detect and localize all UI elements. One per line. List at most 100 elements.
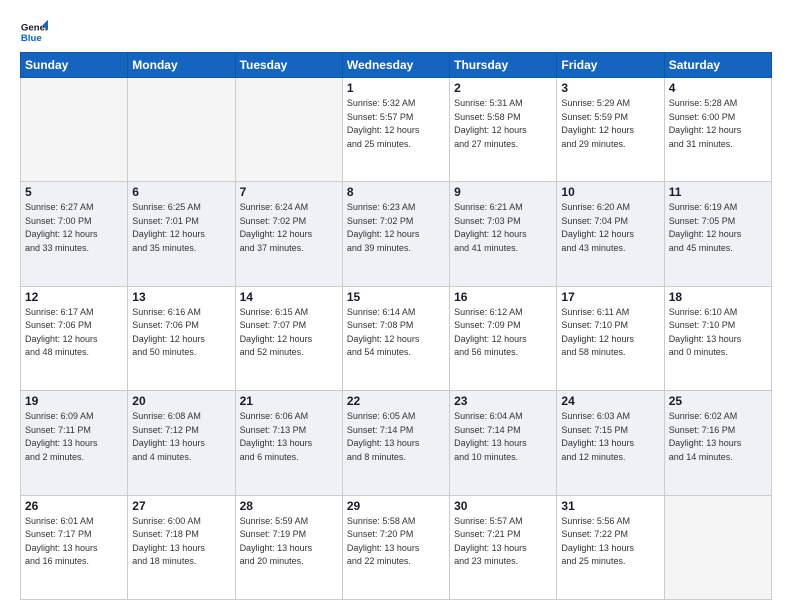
- day-number: 19: [25, 394, 123, 408]
- calendar-table: SundayMondayTuesdayWednesdayThursdayFrid…: [20, 52, 772, 600]
- weekday-header-monday: Monday: [128, 53, 235, 78]
- empty-cell: [128, 78, 235, 182]
- day-number: 20: [132, 394, 230, 408]
- day-cell-29: 29 Sunrise: 5:58 AM Sunset: 7:20 PM Dayli…: [342, 495, 449, 599]
- day-cell-22: 22 Sunrise: 6:05 AM Sunset: 7:14 PM Dayli…: [342, 391, 449, 495]
- day-info: Sunrise: 6:00 AM Sunset: 7:18 PM Dayligh…: [132, 515, 230, 569]
- day-cell-18: 18Sunrise: 6:10 AM Sunset: 7:10 PM Dayli…: [664, 286, 771, 390]
- day-info: Sunrise: 6:03 AM Sunset: 7:15 PM Dayligh…: [561, 410, 659, 464]
- day-cell-5: 5 Sunrise: 6:27 AM Sunset: 7:00 PM Daylig…: [21, 182, 128, 286]
- day-cell-24: 24Sunrise: 6:03 AM Sunset: 7:15 PM Dayli…: [557, 391, 664, 495]
- day-number: 22: [347, 394, 445, 408]
- day-info: Sunrise: 6:27 AM Sunset: 7:00 PM Dayligh…: [25, 201, 123, 255]
- day-cell-16: 16 Sunrise: 6:12 AM Sunset: 7:09 PM Dayli…: [450, 286, 557, 390]
- day-cell-25: 25Sunrise: 6:02 AM Sunset: 7:16 PM Dayli…: [664, 391, 771, 495]
- day-info: Sunrise: 6:20 AM Sunset: 7:04 PM Dayligh…: [561, 201, 659, 255]
- day-number: 3: [561, 81, 659, 95]
- day-number: 21: [240, 394, 338, 408]
- day-info: Sunrise: 5:31 AM Sunset: 5:58 PM Dayligh…: [454, 97, 552, 151]
- day-number: 31: [561, 499, 659, 513]
- week-row-2: 5 Sunrise: 6:27 AM Sunset: 7:00 PM Daylig…: [21, 182, 772, 286]
- day-cell-31: 31 Sunrise: 5:56 AM Sunset: 7:22 PM Dayli…: [557, 495, 664, 599]
- day-number: 12: [25, 290, 123, 304]
- day-info: Sunrise: 6:16 AM Sunset: 7:06 PM Dayligh…: [132, 306, 230, 360]
- calendar-page: General Blue SundayMondayTuesdayWednesda…: [0, 0, 792, 612]
- empty-cell: [21, 78, 128, 182]
- empty-cell: [664, 495, 771, 599]
- day-cell-4: 4 Sunrise: 5:28 AM Sunset: 6:00 PM Daylig…: [664, 78, 771, 182]
- day-number: 9: [454, 185, 552, 199]
- day-cell-3: 3Sunrise: 5:29 AM Sunset: 5:59 PM Daylig…: [557, 78, 664, 182]
- empty-cell: [235, 78, 342, 182]
- weekday-header-saturday: Saturday: [664, 53, 771, 78]
- day-info: Sunrise: 5:32 AM Sunset: 5:57 PM Dayligh…: [347, 97, 445, 151]
- weekday-header-tuesday: Tuesday: [235, 53, 342, 78]
- day-number: 5: [25, 185, 123, 199]
- day-cell-27: 27Sunrise: 6:00 AM Sunset: 7:18 PM Dayli…: [128, 495, 235, 599]
- day-info: Sunrise: 5:56 AM Sunset: 7:22 PM Dayligh…: [561, 515, 659, 569]
- day-info: Sunrise: 5:57 AM Sunset: 7:21 PM Dayligh…: [454, 515, 552, 569]
- day-info: Sunrise: 6:04 AM Sunset: 7:14 PM Dayligh…: [454, 410, 552, 464]
- day-number: 2: [454, 81, 552, 95]
- day-cell-17: 17 Sunrise: 6:11 AM Sunset: 7:10 PM Dayli…: [557, 286, 664, 390]
- day-cell-14: 14 Sunrise: 6:15 AM Sunset: 7:07 PM Dayli…: [235, 286, 342, 390]
- logo-icon: General Blue: [20, 18, 48, 46]
- day-cell-7: 7 Sunrise: 6:24 AM Sunset: 7:02 PM Daylig…: [235, 182, 342, 286]
- day-cell-26: 26 Sunrise: 6:01 AM Sunset: 7:17 PM Dayli…: [21, 495, 128, 599]
- day-number: 18: [669, 290, 767, 304]
- day-number: 6: [132, 185, 230, 199]
- day-cell-19: 19 Sunrise: 6:09 AM Sunset: 7:11 PM Dayli…: [21, 391, 128, 495]
- day-info: Sunrise: 6:11 AM Sunset: 7:10 PM Dayligh…: [561, 306, 659, 360]
- day-cell-1: 1 Sunrise: 5:32 AM Sunset: 5:57 PM Daylig…: [342, 78, 449, 182]
- day-cell-20: 20 Sunrise: 6:08 AM Sunset: 7:12 PM Dayli…: [128, 391, 235, 495]
- day-number: 26: [25, 499, 123, 513]
- day-number: 11: [669, 185, 767, 199]
- week-row-5: 26 Sunrise: 6:01 AM Sunset: 7:17 PM Dayli…: [21, 495, 772, 599]
- day-cell-6: 6 Sunrise: 6:25 AM Sunset: 7:01 PM Daylig…: [128, 182, 235, 286]
- day-number: 15: [347, 290, 445, 304]
- day-info: Sunrise: 6:09 AM Sunset: 7:11 PM Dayligh…: [25, 410, 123, 464]
- day-cell-12: 12Sunrise: 6:17 AM Sunset: 7:06 PM Dayli…: [21, 286, 128, 390]
- day-number: 14: [240, 290, 338, 304]
- day-info: Sunrise: 6:15 AM Sunset: 7:07 PM Dayligh…: [240, 306, 338, 360]
- day-info: Sunrise: 6:05 AM Sunset: 7:14 PM Dayligh…: [347, 410, 445, 464]
- day-info: Sunrise: 6:25 AM Sunset: 7:01 PM Dayligh…: [132, 201, 230, 255]
- day-info: Sunrise: 5:28 AM Sunset: 6:00 PM Dayligh…: [669, 97, 767, 151]
- day-info: Sunrise: 6:08 AM Sunset: 7:12 PM Dayligh…: [132, 410, 230, 464]
- day-info: Sunrise: 6:12 AM Sunset: 7:09 PM Dayligh…: [454, 306, 552, 360]
- day-cell-13: 13Sunrise: 6:16 AM Sunset: 7:06 PM Dayli…: [128, 286, 235, 390]
- week-row-3: 12Sunrise: 6:17 AM Sunset: 7:06 PM Dayli…: [21, 286, 772, 390]
- day-number: 16: [454, 290, 552, 304]
- day-info: Sunrise: 6:19 AM Sunset: 7:05 PM Dayligh…: [669, 201, 767, 255]
- day-info: Sunrise: 6:14 AM Sunset: 7:08 PM Dayligh…: [347, 306, 445, 360]
- weekday-header-sunday: Sunday: [21, 53, 128, 78]
- week-row-1: 1 Sunrise: 5:32 AM Sunset: 5:57 PM Daylig…: [21, 78, 772, 182]
- day-cell-30: 30 Sunrise: 5:57 AM Sunset: 7:21 PM Dayli…: [450, 495, 557, 599]
- day-cell-11: 11 Sunrise: 6:19 AM Sunset: 7:05 PM Dayli…: [664, 182, 771, 286]
- day-info: Sunrise: 5:58 AM Sunset: 7:20 PM Dayligh…: [347, 515, 445, 569]
- weekday-header-wednesday: Wednesday: [342, 53, 449, 78]
- svg-text:Blue: Blue: [21, 33, 42, 44]
- day-cell-28: 28Sunrise: 5:59 AM Sunset: 7:19 PM Dayli…: [235, 495, 342, 599]
- day-cell-2: 2 Sunrise: 5:31 AM Sunset: 5:58 PM Daylig…: [450, 78, 557, 182]
- day-info: Sunrise: 6:23 AM Sunset: 7:02 PM Dayligh…: [347, 201, 445, 255]
- day-number: 4: [669, 81, 767, 95]
- day-number: 29: [347, 499, 445, 513]
- weekday-header-friday: Friday: [557, 53, 664, 78]
- day-number: 17: [561, 290, 659, 304]
- weekday-header-thursday: Thursday: [450, 53, 557, 78]
- day-number: 7: [240, 185, 338, 199]
- header: General Blue: [20, 18, 772, 46]
- day-number: 30: [454, 499, 552, 513]
- day-info: Sunrise: 5:59 AM Sunset: 7:19 PM Dayligh…: [240, 515, 338, 569]
- day-info: Sunrise: 6:01 AM Sunset: 7:17 PM Dayligh…: [25, 515, 123, 569]
- day-number: 1: [347, 81, 445, 95]
- week-row-4: 19 Sunrise: 6:09 AM Sunset: 7:11 PM Dayli…: [21, 391, 772, 495]
- logo: General Blue: [20, 18, 48, 46]
- day-number: 23: [454, 394, 552, 408]
- day-info: Sunrise: 6:24 AM Sunset: 7:02 PM Dayligh…: [240, 201, 338, 255]
- day-cell-23: 23 Sunrise: 6:04 AM Sunset: 7:14 PM Dayli…: [450, 391, 557, 495]
- day-info: Sunrise: 6:06 AM Sunset: 7:13 PM Dayligh…: [240, 410, 338, 464]
- day-number: 8: [347, 185, 445, 199]
- day-info: Sunrise: 6:02 AM Sunset: 7:16 PM Dayligh…: [669, 410, 767, 464]
